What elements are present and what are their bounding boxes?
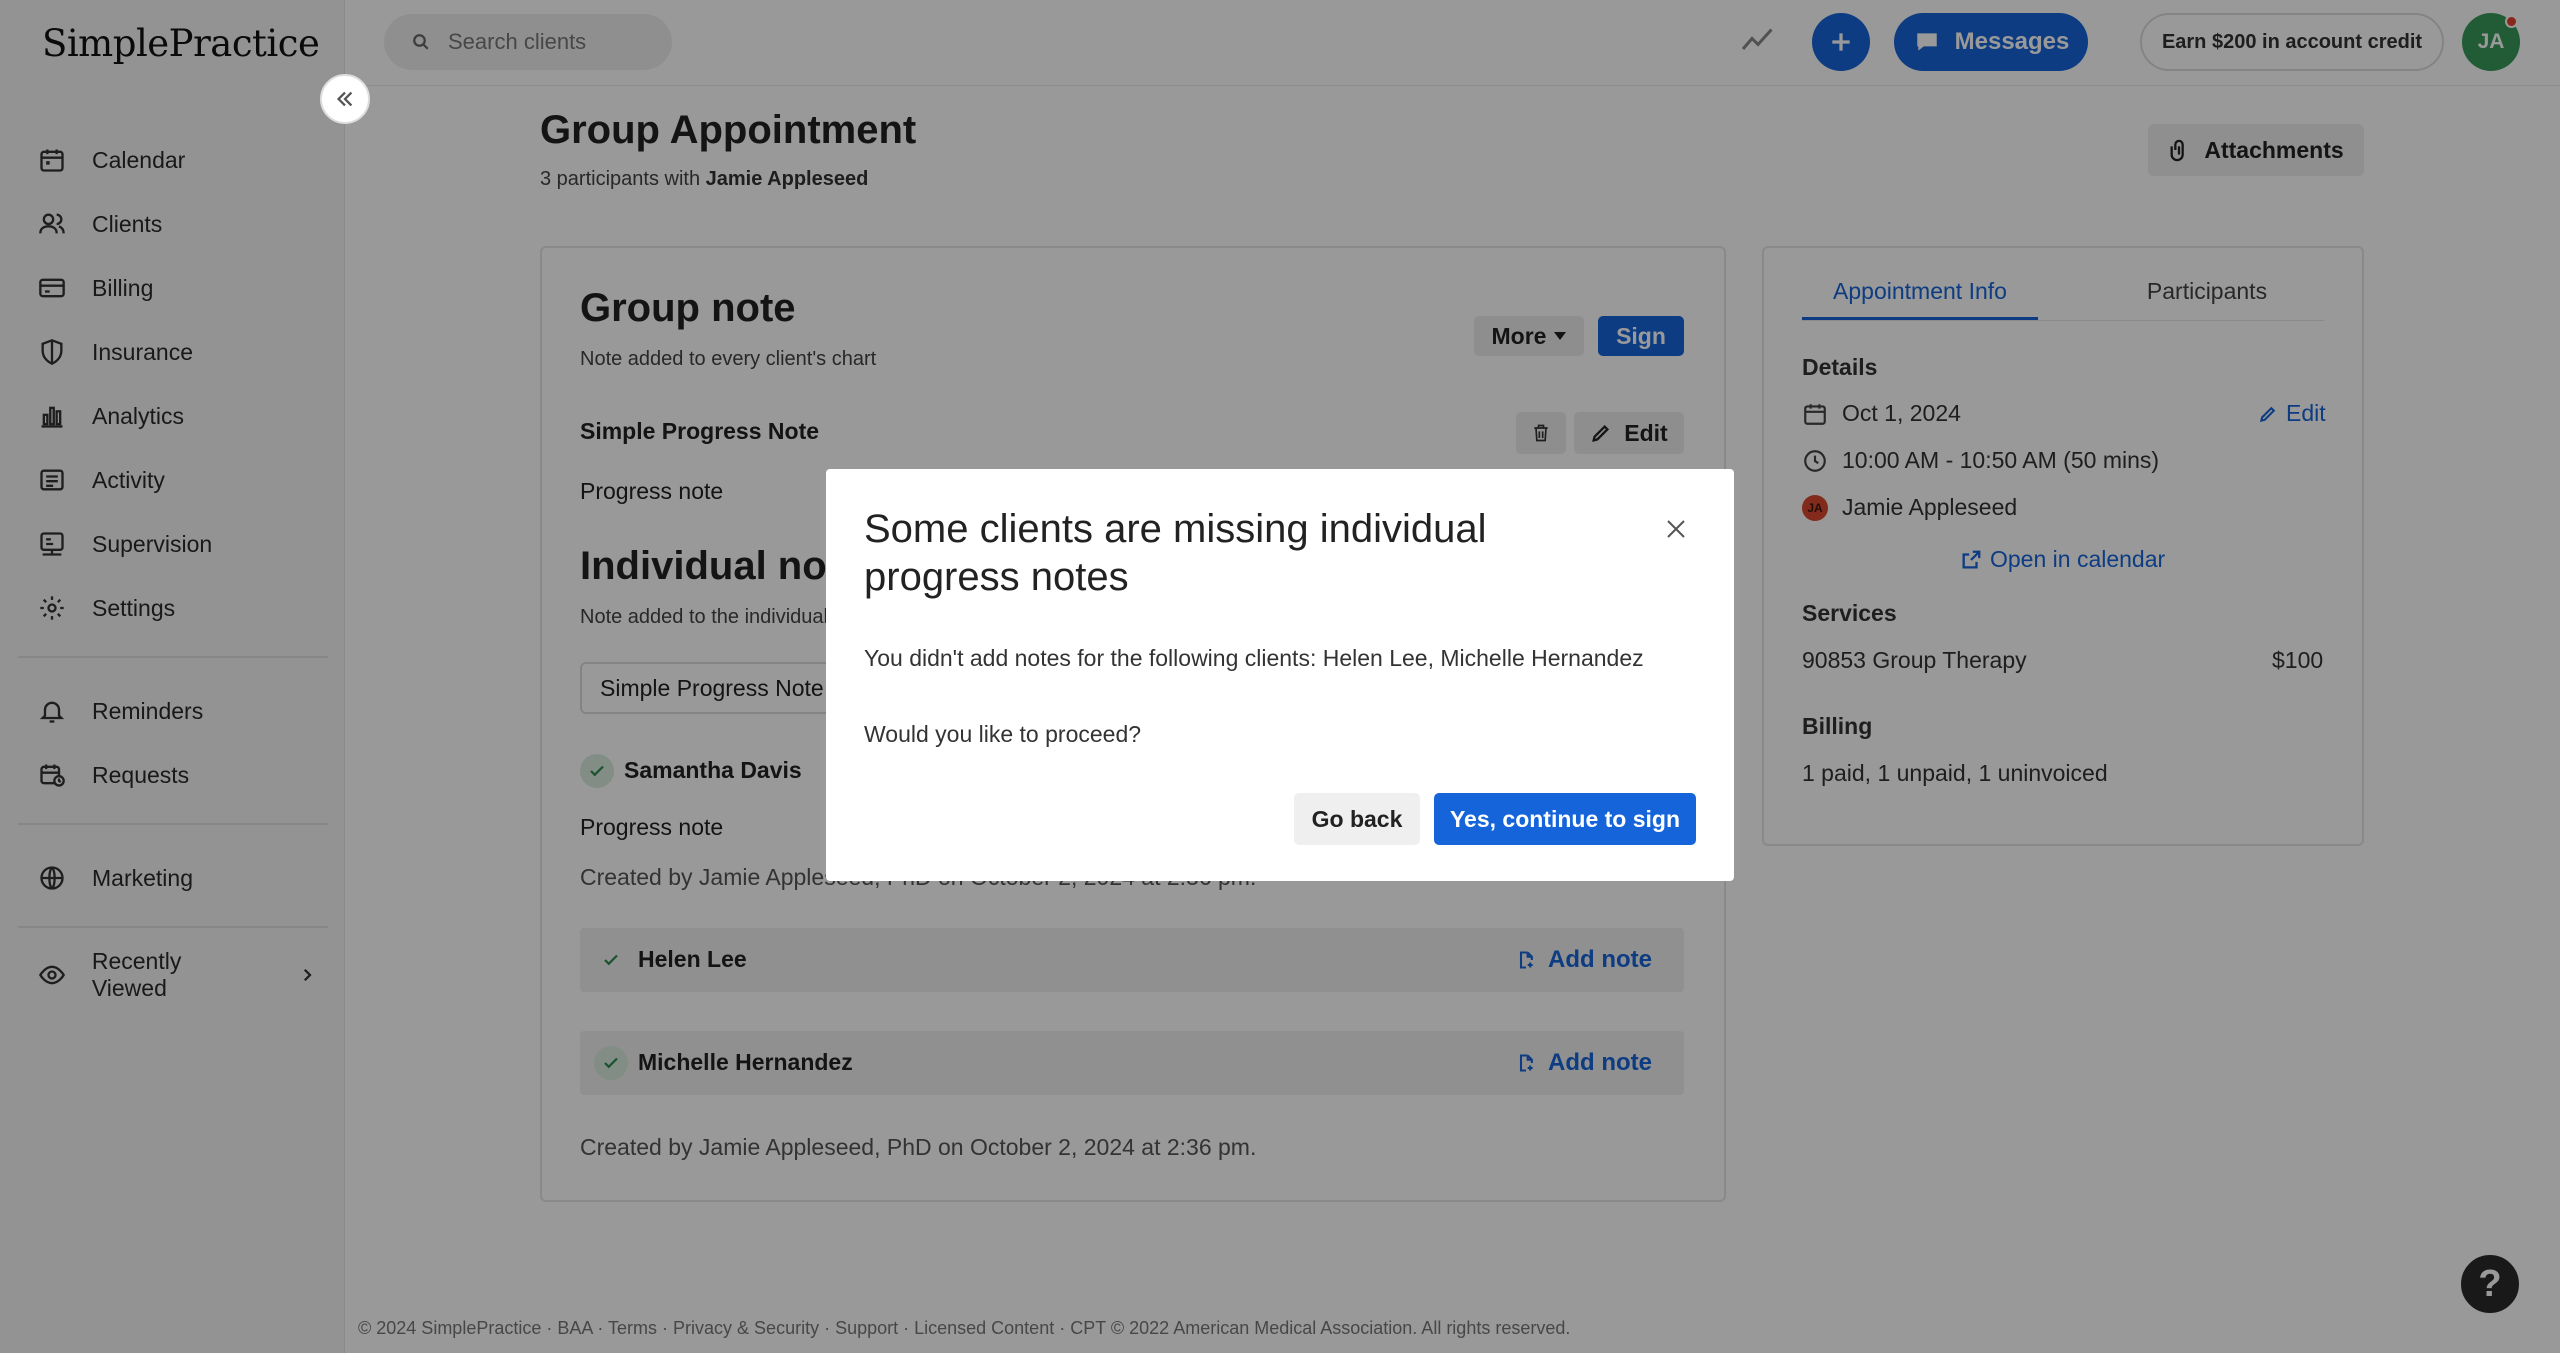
missing-notes-dialog: Some clients are missing individual prog… bbox=[826, 469, 1734, 881]
close-icon bbox=[1664, 517, 1688, 541]
double-chevron-left-icon bbox=[334, 88, 356, 110]
dialog-title: Some clients are missing individual prog… bbox=[864, 507, 1487, 599]
dialog-message: You didn't add notes for the following c… bbox=[864, 645, 1644, 671]
dialog-question: Would you like to proceed? bbox=[864, 721, 1142, 747]
go-back-button[interactable]: Go back bbox=[1294, 793, 1420, 845]
continue-to-sign-button[interactable]: Yes, continue to sign bbox=[1434, 793, 1696, 845]
collapse-sidebar-button[interactable] bbox=[320, 74, 370, 124]
close-button[interactable] bbox=[1664, 517, 1688, 541]
